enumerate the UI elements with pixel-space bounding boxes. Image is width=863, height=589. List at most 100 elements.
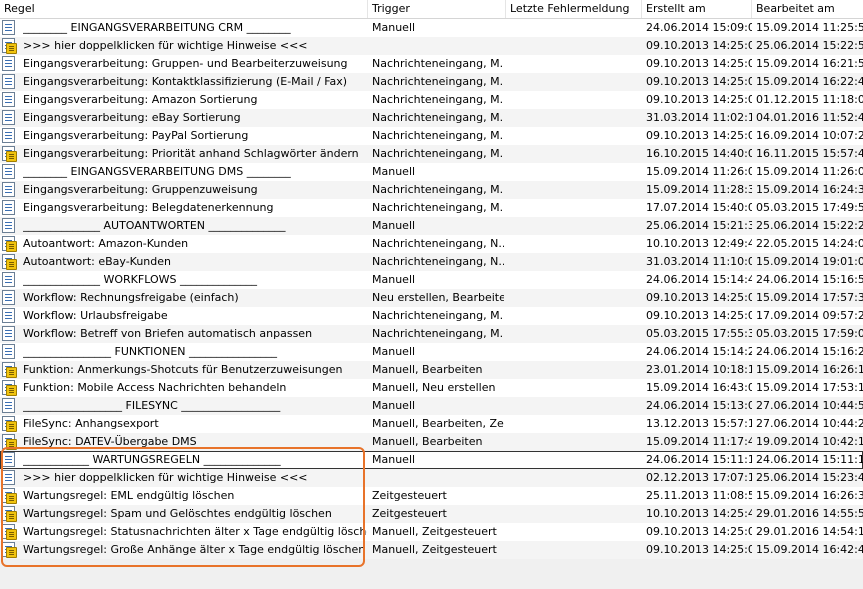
table-row[interactable]: >>> hier doppelklicken für wichtige Hinw…: [0, 37, 863, 55]
table-row[interactable]: Workflow: Rechnungsfreigabe (einfach) Neu…: [0, 289, 863, 307]
cell-regel: Eingangsverarbeitung: eBay Sortierung: [23, 111, 241, 124]
cell-edited: 16.11.2015 15:57:41: [756, 147, 863, 160]
warning-document-icon: [2, 416, 17, 432]
cell-regel: Autoantwort: Amazon-Kunden: [23, 237, 189, 250]
table-row[interactable]: ________ EINGANGSVERARBEITUNG DMS ______…: [0, 163, 863, 181]
table-row[interactable]: Eingangsverarbeitung: Amazon Sortierung N…: [0, 91, 863, 109]
row-icon-cell: [2, 55, 18, 73]
cell-created: 15.09.2014 16:43:00: [646, 381, 752, 394]
document-icon: [2, 344, 15, 359]
table-row[interactable]: Wartungsregel: EML endgültig löschen Zeit…: [0, 487, 863, 505]
row-icon-cell: [2, 91, 18, 109]
row-icon-cell: [2, 199, 18, 217]
warning-document-icon: [2, 506, 17, 522]
cell-edited: 29.01.2016 14:55:59: [756, 507, 863, 520]
cell-error: [510, 145, 640, 163]
cell-error: [510, 415, 640, 433]
cell-edited: 15.09.2014 16:24:36: [756, 183, 863, 196]
table-row[interactable]: ______________ AUTOANTWORTEN ___________…: [0, 217, 863, 235]
row-icon-cell: [2, 469, 18, 487]
cell-edited: 24.06.2014 15:16:29: [756, 345, 863, 358]
table-row[interactable]: Workflow: Urlaubsfreigabe Nachrichteneing…: [0, 307, 863, 325]
table-row[interactable]: FileSync: Anhangsexport Manuell, Bearbeit…: [0, 415, 863, 433]
row-icon-cell: [2, 361, 18, 379]
table-row[interactable]: Eingangsverarbeitung: Kontaktklassifizie…: [0, 73, 863, 91]
cell-created: 31.03.2014 11:10:07: [646, 255, 752, 268]
cell-trigger: Manuell, Bearbeiten: [372, 363, 483, 376]
document-icon: [2, 128, 15, 143]
table-row[interactable]: Eingangsverarbeitung: Priorität anhand S…: [0, 145, 863, 163]
table-row[interactable]: ________ EINGANGSVERARBEITUNG CRM ______…: [0, 19, 863, 37]
cell-edited: 16.09.2014 10:07:25: [756, 129, 863, 142]
table-row[interactable]: >>> hier doppelklicken für wichtige Hinw…: [0, 469, 863, 487]
row-icon-cell: [2, 109, 18, 127]
cell-error: [510, 451, 640, 469]
table-row[interactable]: FileSync: DATEV-Übergabe DMS Manuell, Bea…: [0, 433, 863, 451]
warning-document-icon: [2, 254, 17, 270]
warning-document-icon: [2, 524, 17, 540]
document-icon: [2, 110, 15, 125]
document-icon: [2, 308, 15, 323]
table-row[interactable]: Eingangsverarbeitung: Belegdatenerkennun…: [0, 199, 863, 217]
cell-error: [510, 127, 640, 145]
cell-created: 16.10.2015 14:40:01: [646, 147, 752, 160]
row-icon-cell: [2, 163, 18, 181]
row-icon-cell: [2, 541, 18, 559]
table-row[interactable]: Eingangsverarbeitung: Gruppen- und Bearb…: [0, 55, 863, 73]
cell-created: 15.09.2014 11:28:39: [646, 183, 752, 196]
cell-error: [510, 37, 640, 55]
document-icon: [2, 74, 15, 89]
row-icon-cell: [2, 127, 18, 145]
cell-trigger: Manuell, Bearbeiten, Ze...: [372, 417, 504, 430]
cell-trigger: Nachrichteneingang, M...: [372, 111, 504, 124]
row-icon-cell: [2, 343, 18, 361]
cell-regel: ________________ FUNKTIONEN ____________…: [23, 345, 277, 358]
cell-created: 25.11.2013 11:08:58: [646, 489, 752, 502]
column-header-error[interactable]: Letzte Fehlermeldung: [506, 0, 642, 18]
cell-created: 09.10.2013 14:25:03: [646, 39, 752, 52]
column-header-regel[interactable]: Regel: [0, 0, 368, 18]
table-row[interactable]: Workflow: Betreff von Briefen automatisc…: [0, 325, 863, 343]
warning-document-icon: [2, 380, 17, 396]
row-icon-cell: [2, 145, 18, 163]
cell-error: [510, 19, 640, 37]
cell-regel: Wartungsregel: Spam und Gelöschtes endgü…: [23, 507, 332, 520]
cell-edited: 15.09.2014 16:42:40: [756, 543, 863, 556]
cell-created: 09.10.2013 14:25:03: [646, 57, 752, 70]
cell-edited: 15.09.2014 17:57:33: [756, 291, 863, 304]
row-icon-cell: [2, 325, 18, 343]
cell-edited: 15.09.2014 19:01:00: [756, 255, 863, 268]
cell-edited: 24.06.2014 15:16:50: [756, 273, 863, 286]
table-row[interactable]: ______________ WORKFLOWS ______________ M…: [0, 271, 863, 289]
table-row[interactable]: Eingangsverarbeitung: eBay Sortierung Nac…: [0, 109, 863, 127]
table-row[interactable]: Wartungsregel: Spam und Gelöschtes endgü…: [0, 505, 863, 523]
cell-edited: 15.09.2014 16:22:43: [756, 75, 863, 88]
table-row[interactable]: Eingangsverarbeitung: Gruppenzuweisung Na…: [0, 181, 863, 199]
table-row[interactable]: ____________ WARTUNGSREGELN ____________…: [0, 451, 863, 469]
table-row[interactable]: Funktion: Anmerkungs-Shotcuts für Benutz…: [0, 361, 863, 379]
cell-created: 05.03.2015 17:55:35: [646, 327, 752, 340]
table-row[interactable]: ________________ FUNKTIONEN ____________…: [0, 343, 863, 361]
cell-trigger: Manuell, Bearbeiten: [372, 435, 483, 448]
warning-document-icon: [2, 542, 17, 558]
cell-created: 09.10.2013 14:25:03: [646, 93, 752, 106]
table-row[interactable]: Autoantwort: eBay-Kunden Nachrichteneinga…: [0, 253, 863, 271]
table-row[interactable]: Eingangsverarbeitung: PayPal Sortierung N…: [0, 127, 863, 145]
cell-regel: FileSync: Anhangsexport: [23, 417, 159, 430]
table-row[interactable]: Autoantwort: Amazon-Kunden Nachrichtenein…: [0, 235, 863, 253]
table-row[interactable]: Wartungsregel: Statusnachrichten älter x…: [0, 523, 863, 541]
table-row[interactable]: Funktion: Mobile Access Nachrichten beha…: [0, 379, 863, 397]
cell-regel: Workflow: Betreff von Briefen automatisc…: [23, 327, 313, 340]
row-icon-cell: [2, 487, 18, 505]
cell-edited: 15.09.2014 11:25:51: [756, 21, 863, 34]
cell-created: 23.01.2014 10:18:15: [646, 363, 752, 376]
column-header-edited[interactable]: Bearbeitet am: [752, 0, 863, 18]
cell-created: 24.06.2014 15:13:02: [646, 399, 752, 412]
table-row[interactable]: __________________ FILESYNC ____________…: [0, 397, 863, 415]
column-header-created[interactable]: Erstellt am: [642, 0, 752, 18]
cell-trigger: Manuell, Zeitgesteuert: [372, 543, 497, 556]
column-header-trigger[interactable]: Trigger: [368, 0, 506, 18]
table-row[interactable]: Wartungsregel: Große Anhänge älter x Tag…: [0, 541, 863, 559]
cell-edited: 05.03.2015 17:49:51: [756, 201, 863, 214]
row-icon-cell: [2, 217, 18, 235]
